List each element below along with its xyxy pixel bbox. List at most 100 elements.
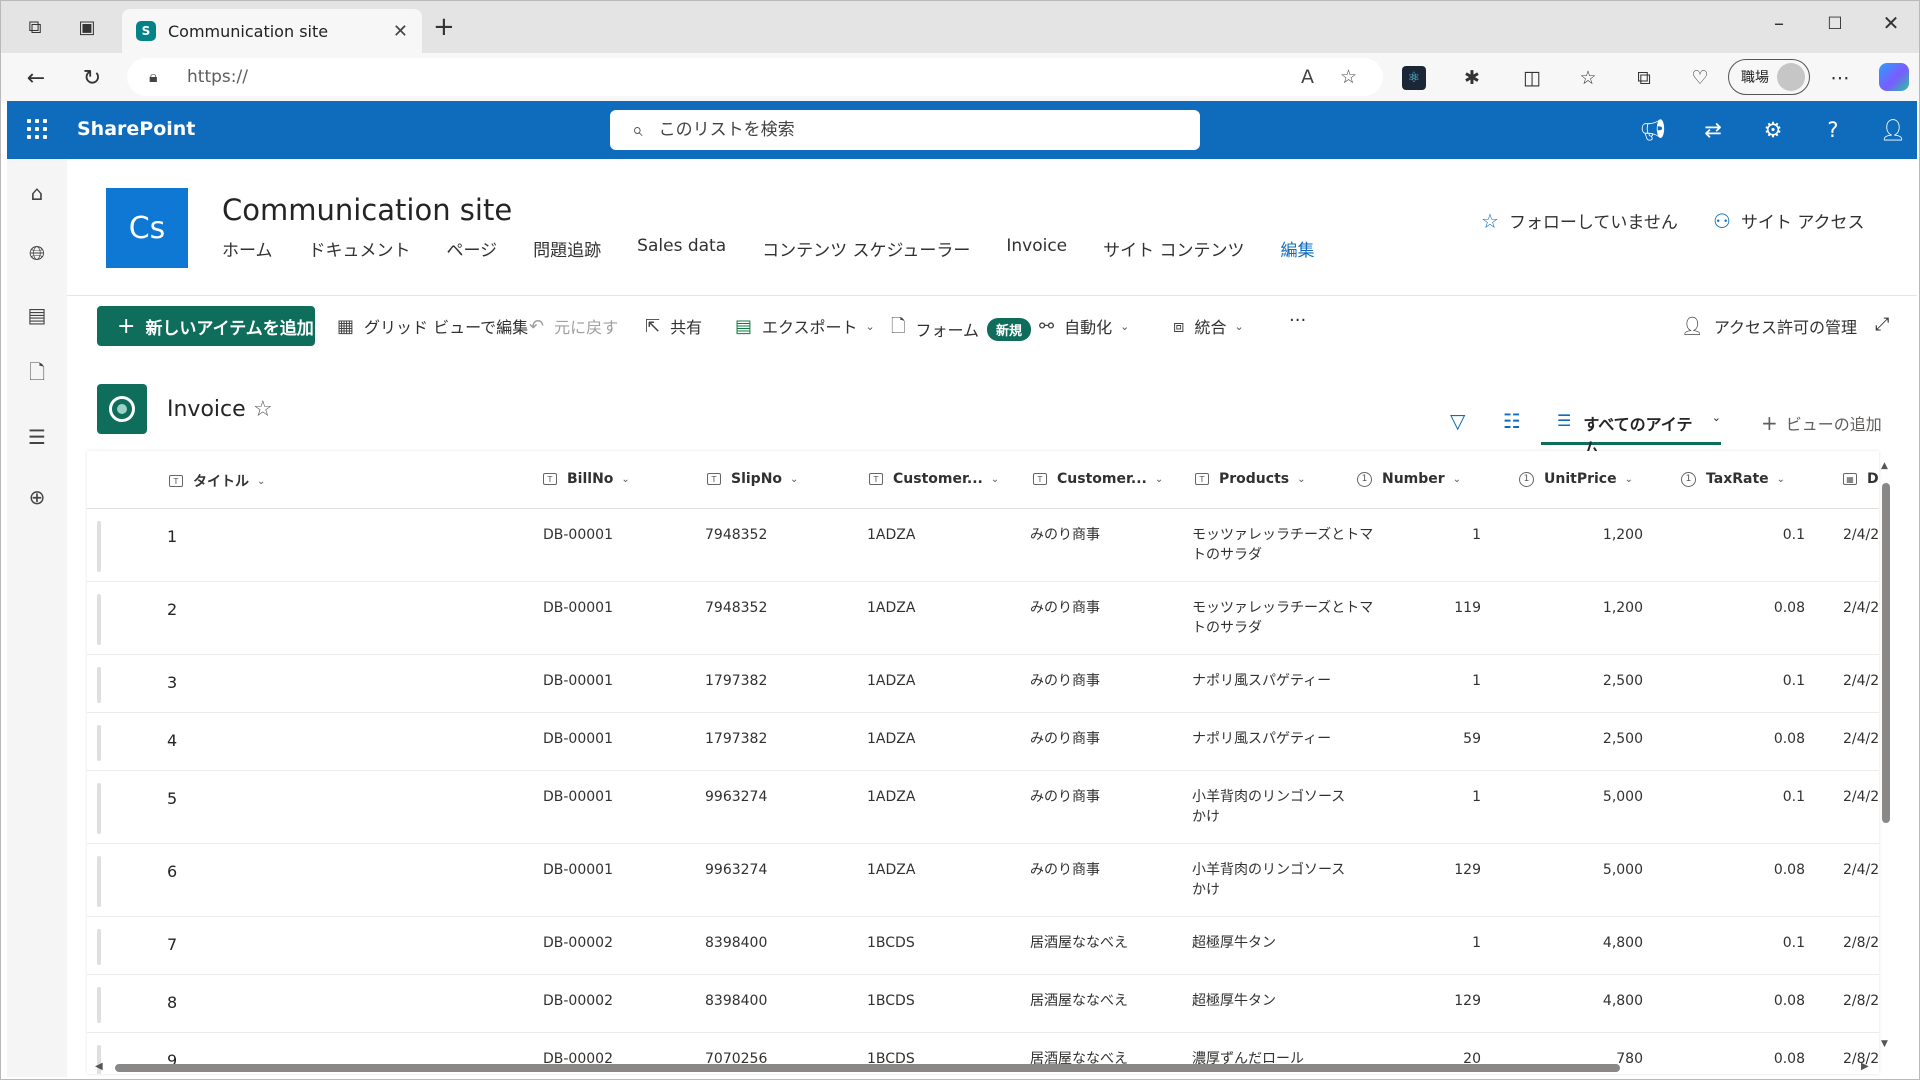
integrate-button[interactable]: ⧈ 統合 ⌄ — [1173, 314, 1244, 338]
row-selector[interactable] — [97, 987, 101, 1023]
export-button[interactable]: ▤ エクスポート ⌄ — [735, 314, 875, 338]
scrollbar-thumb[interactable] — [1882, 483, 1890, 823]
cell-title[interactable]: 2 — [167, 600, 177, 620]
search-input[interactable] — [658, 120, 1139, 140]
nav-edit-link[interactable]: 編集 — [1281, 236, 1315, 261]
nav-item-invoice[interactable]: Invoice — [1006, 236, 1067, 261]
scroll-up-icon[interactable]: ▲ — [1881, 461, 1888, 471]
column-header-customer-code[interactable]: T Customer... ⌄ — [869, 471, 999, 487]
row-selector[interactable] — [97, 929, 101, 965]
column-header-slipno[interactable]: T SlipNo ⌄ — [707, 471, 798, 487]
column-header-billno[interactable]: T BillNo ⌄ — [543, 471, 630, 487]
more-options-icon[interactable]: ⋯ — [1825, 63, 1855, 93]
files-icon[interactable]: 🗋 — [21, 359, 53, 391]
undo-button[interactable]: ↶ 元に戻す — [529, 314, 618, 338]
row-selector[interactable] — [97, 725, 101, 761]
react-devtools-icon[interactable]: ⚛ — [1402, 66, 1426, 90]
forms-button[interactable]: 🗋 フォーム 新規 — [891, 314, 1032, 344]
table-row[interactable]: 8 DB-00002 8398400 1BCDS 居酒屋ななべえ 超極厚牛タン 129 4,8… — [87, 975, 1879, 1033]
column-header-date[interactable]: ▦ D — [1843, 471, 1879, 487]
row-selector[interactable] — [97, 521, 101, 572]
view-options-icon[interactable]: ☷ — [1503, 409, 1521, 433]
row-selector[interactable] — [97, 667, 101, 703]
column-header-number[interactable]: 1 Number ⌄ — [1357, 471, 1461, 487]
row-selector[interactable] — [97, 856, 101, 907]
filter-icon[interactable]: ▽ — [1450, 409, 1465, 433]
nav-item-site-contents[interactable]: サイト コンテンツ — [1103, 236, 1244, 261]
site-logo[interactable]: Cs — [106, 188, 188, 268]
vertical-scrollbar[interactable]: ▲ ▼ — [1881, 461, 1891, 1051]
nav-item-pages[interactable]: ページ — [447, 236, 498, 261]
cell-title[interactable]: 7 — [167, 935, 177, 955]
add-view-button[interactable]: + ビューの追加 — [1761, 411, 1882, 435]
table-row[interactable]: 2 DB-00001 7948352 1ADZA みのり商事 モッツァレッラチーズとトマト… — [87, 582, 1879, 655]
scroll-right-icon[interactable]: ▶ — [1861, 1061, 1869, 1072]
cell-title[interactable]: 8 — [167, 993, 177, 1013]
nav-item-issue-tracker[interactable]: 問題追跡 — [533, 236, 601, 261]
favorite-star-icon[interactable]: ☆ — [1340, 66, 1357, 88]
column-header-products[interactable]: T Products ⌄ — [1195, 471, 1306, 487]
nav-item-home[interactable]: ホーム — [222, 236, 273, 261]
favorite-list-star-icon[interactable]: ☆ — [253, 397, 273, 422]
create-icon[interactable]: ⊕ — [21, 481, 53, 513]
cell-title[interactable]: 6 — [167, 862, 177, 882]
column-header-customer-name[interactable]: T Customer... ⌄ — [1033, 471, 1163, 487]
site-access-button[interactable]: ⚇ サイト アクセス — [1713, 208, 1865, 234]
cell-title[interactable]: 3 — [167, 673, 177, 693]
follow-button[interactable]: ☆ フォローしていません — [1481, 208, 1678, 234]
scroll-down-icon[interactable]: ▼ — [1881, 1039, 1888, 1049]
nav-item-documents[interactable]: ドキュメント — [309, 236, 411, 261]
expand-icon[interactable]: ⤢ — [1875, 314, 1889, 335]
scroll-left-icon[interactable]: ◀ — [95, 1061, 103, 1072]
app-name[interactable]: SharePoint — [77, 118, 195, 140]
browser-essentials-icon[interactable]: ♡ — [1685, 63, 1715, 93]
table-row[interactable]: 7 DB-00002 8398400 1BCDS 居酒屋ななべえ 超極厚牛タン 1 4,800… — [87, 917, 1879, 975]
url-text[interactable]: https:// — [187, 67, 1301, 87]
refresh-icon[interactable]: ↻ — [77, 63, 107, 93]
settings-gear-icon[interactable]: ⚙ — [1758, 115, 1788, 145]
nav-item-sales-data[interactable]: Sales data — [637, 236, 726, 261]
split-screen-icon[interactable]: ◫ — [1517, 63, 1547, 93]
close-window-icon[interactable]: ✕ — [1871, 11, 1911, 35]
share-button[interactable]: ⇱ 共有 — [645, 314, 702, 338]
column-header-taxrate[interactable]: 1 TaxRate ⌄ — [1681, 471, 1785, 487]
help-icon[interactable]: ? — [1818, 115, 1848, 145]
address-bar[interactable]: 🔒︎ https:// A ☆ — [127, 58, 1383, 96]
add-new-item-button[interactable]: + 新しいアイテムを追加 — [97, 306, 315, 346]
collections-icon[interactable]: ⧉ — [1629, 63, 1659, 93]
favorites-icon[interactable]: ☆ — [1573, 63, 1603, 93]
table-row[interactable]: 1 DB-00001 7948352 1ADZA みのり商事 モッツァレッラチーズとトマト… — [87, 509, 1879, 582]
app-launcher-icon[interactable] — [27, 119, 47, 139]
close-tab-icon[interactable]: ✕ — [393, 21, 408, 42]
table-row[interactable]: 4 DB-00001 1797382 1ADZA みのり商事 ナポリ風スパゲティー 59 2,… — [87, 713, 1879, 771]
copilot-icon[interactable] — [1879, 63, 1909, 91]
extensions-icon[interactable]: ✱ — [1457, 63, 1487, 93]
cell-title[interactable]: 5 — [167, 789, 177, 809]
table-row[interactable]: 5 DB-00001 9963274 1ADZA みのり商事 小羊背肉のリンゴソース かけ 1… — [87, 771, 1879, 844]
globe-sites-icon[interactable]: 🌐︎ — [21, 237, 53, 269]
profile-button[interactable]: 職場 — [1728, 59, 1810, 95]
table-row[interactable]: 3 DB-00001 1797382 1ADZA みのり商事 ナポリ風スパゲティー 1 2,5… — [87, 655, 1879, 713]
back-icon[interactable]: ← — [21, 63, 51, 93]
more-commands-button[interactable]: ··· — [1289, 310, 1306, 331]
row-selector[interactable] — [97, 594, 101, 645]
read-aloud-icon[interactable]: A — [1301, 66, 1314, 88]
grid-edit-button[interactable]: ▦ グリッド ビューで編集 — [337, 314, 528, 338]
scrollbar-thumb[interactable] — [115, 1064, 1620, 1072]
horizontal-scrollbar[interactable]: ◀ ▶ — [95, 1061, 1875, 1075]
search-box[interactable]: ⌕ — [610, 110, 1200, 150]
home-icon[interactable]: ⌂ — [21, 177, 53, 209]
announcement-icon[interactable]: 📢︎ — [1638, 115, 1668, 145]
cell-title[interactable]: 4 — [167, 731, 177, 751]
news-icon[interactable]: ▤ — [21, 299, 53, 331]
row-selector[interactable] — [97, 783, 101, 834]
new-tab-icon[interactable]: + — [433, 14, 455, 40]
column-header-title[interactable]: T タイトル ⌄ — [169, 471, 265, 491]
manage-access-button[interactable]: 👤︎ アクセス許可の管理 — [1681, 314, 1857, 338]
lists-icon[interactable]: ☰ — [21, 421, 53, 453]
cell-title[interactable]: 1 — [167, 527, 177, 547]
view-selector[interactable]: ☰ すべてのアイテム ⌄ — [1541, 401, 1721, 458]
workspaces-icon[interactable]: ⧉ — [21, 13, 49, 41]
column-header-unitprice[interactable]: 1 UnitPrice ⌄ — [1519, 471, 1633, 487]
account-icon[interactable]: 👤︎ — [1878, 115, 1908, 145]
